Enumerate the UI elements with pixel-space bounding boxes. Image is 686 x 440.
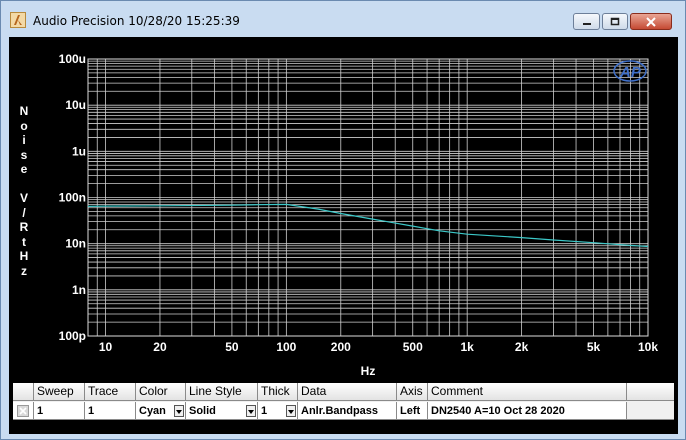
ap-logo: AP bbox=[613, 60, 647, 82]
y-axis-letter: / bbox=[22, 205, 26, 220]
legend-sweep-value[interactable]: 1 bbox=[34, 402, 85, 420]
legend-trace-value[interactable]: 1 bbox=[85, 402, 136, 420]
y-axis-letter: z bbox=[21, 263, 27, 278]
x-tick-label: 20 bbox=[153, 340, 167, 354]
legend-header-sweep[interactable]: Sweep bbox=[34, 383, 85, 401]
audio-precision-window: Audio Precision 10/28/20 15:25:39 100u 10… bbox=[0, 0, 686, 440]
y-axis-letter: e bbox=[20, 162, 28, 176]
ap-app-icon[interactable] bbox=[10, 12, 26, 28]
legend-header-axis[interactable]: Axis bbox=[397, 383, 428, 401]
legend-header-trace[interactable]: Trace bbox=[85, 383, 136, 401]
y-axis-letter: N bbox=[19, 104, 29, 118]
maximize-button[interactable] bbox=[602, 13, 628, 30]
close-icon bbox=[646, 16, 656, 27]
y-axis-letter: i bbox=[22, 133, 26, 147]
dropdown-arrow-icon bbox=[288, 410, 294, 414]
y-axis-letter: H bbox=[19, 249, 29, 263]
x-tick-label: 1k bbox=[460, 340, 474, 354]
noise-plot[interactable]: 100u 10u 1u 100n 10n 1n 100p 10 20 50 100 200 500 1k 2… bbox=[9, 37, 678, 382]
legend-line-style-select[interactable]: Solid bbox=[186, 402, 258, 420]
dropdown-arrow-icon bbox=[248, 410, 254, 414]
trace-enable-checkbox[interactable] bbox=[17, 405, 29, 417]
legend-header-blank bbox=[13, 383, 34, 401]
y-axis-letter bbox=[17, 177, 31, 192]
legend-header-comment[interactable]: Comment bbox=[428, 383, 627, 401]
x-tick-label: 100 bbox=[276, 340, 296, 354]
legend-header-color[interactable]: Color bbox=[136, 383, 186, 401]
legend-color-select[interactable]: Cyan bbox=[136, 402, 186, 420]
trace-legend-table: Sweep Trace Color Line Style Thick Data … bbox=[13, 383, 674, 420]
legend-thick-value: 1 bbox=[261, 405, 268, 417]
legend-header-thick[interactable]: Thick bbox=[258, 383, 298, 401]
legend-color-value: Cyan bbox=[139, 405, 166, 417]
legend-data-row[interactable]: 1 1 Cyan Solid 1 Anlr.Bandpass Left DN25… bbox=[13, 402, 674, 420]
legend-header-data[interactable]: Data bbox=[298, 383, 397, 401]
y-axis-letter: V bbox=[19, 191, 28, 205]
thick-dropdown-button[interactable] bbox=[286, 405, 296, 417]
x-tick-label: 50 bbox=[225, 340, 239, 354]
legend-header-row: Sweep Trace Color Line Style Thick Data … bbox=[13, 383, 674, 401]
y-axis-letter: s bbox=[20, 147, 28, 162]
dropdown-arrow-icon bbox=[176, 410, 182, 414]
ap-logo-text: AP bbox=[619, 64, 642, 81]
trace-enable-cell[interactable] bbox=[13, 402, 34, 420]
x-tick-label: 10k bbox=[638, 340, 658, 354]
y-tick-label: 1u bbox=[72, 144, 86, 158]
graph-client-area: 100u 10u 1u 100n 10n 1n 100p 10 20 50 100 200 500 1k 2… bbox=[9, 37, 678, 434]
window-title: Audio Precision 10/28/20 15:25:39 bbox=[33, 14, 240, 28]
minimize-button[interactable] bbox=[573, 13, 600, 30]
maximize-icon bbox=[610, 17, 620, 26]
line-style-dropdown-button[interactable] bbox=[246, 405, 256, 417]
y-axis-letter: t bbox=[22, 234, 26, 249]
y-tick-label: 1n bbox=[72, 283, 86, 297]
x-tick-label: 5k bbox=[587, 340, 601, 354]
x-tick-label: 500 bbox=[403, 340, 423, 354]
y-tick-label: 10n bbox=[65, 237, 86, 251]
legend-header-line-style[interactable]: Line Style bbox=[186, 383, 258, 401]
x-tick-label: 10 bbox=[99, 340, 113, 354]
minimize-icon bbox=[582, 22, 591, 25]
legend-thick-select[interactable]: 1 bbox=[258, 402, 298, 420]
color-dropdown-button[interactable] bbox=[174, 405, 184, 417]
legend-comment-value[interactable]: DN2540 A=10 Oct 28 2020 bbox=[428, 402, 627, 420]
y-tick-label: 100p bbox=[59, 329, 86, 343]
legend-axis-value[interactable]: Left bbox=[397, 402, 428, 420]
y-axis-label: Noise V / Rt Hz bbox=[17, 104, 31, 278]
x-axis-label: Hz bbox=[361, 364, 376, 378]
y-axis-letter: o bbox=[20, 118, 28, 133]
y-axis-letter: R bbox=[19, 220, 29, 234]
x-tick-label: 2k bbox=[515, 340, 529, 354]
y-tick-label: 100n bbox=[59, 191, 86, 205]
title-bar[interactable]: Audio Precision 10/28/20 15:25:39 bbox=[1, 1, 685, 37]
noise-trace-line[interactable] bbox=[87, 203, 649, 248]
legend-row-filler bbox=[627, 402, 674, 420]
y-tick-label: 100u bbox=[59, 52, 86, 66]
check-x-icon bbox=[19, 407, 27, 415]
legend-header-filler bbox=[627, 383, 674, 401]
legend-data-value[interactable]: Anlr.Bandpass bbox=[298, 402, 397, 420]
y-tick-label: 10u bbox=[65, 98, 86, 112]
x-tick-label: 200 bbox=[331, 340, 351, 354]
legend-line-style-value: Solid bbox=[189, 405, 216, 417]
close-button[interactable] bbox=[630, 13, 672, 30]
plot-area[interactable]: 100u 10u 1u 100n 10n 1n 100p 10 20 50 100 200 500 1k 2… bbox=[9, 37, 678, 382]
